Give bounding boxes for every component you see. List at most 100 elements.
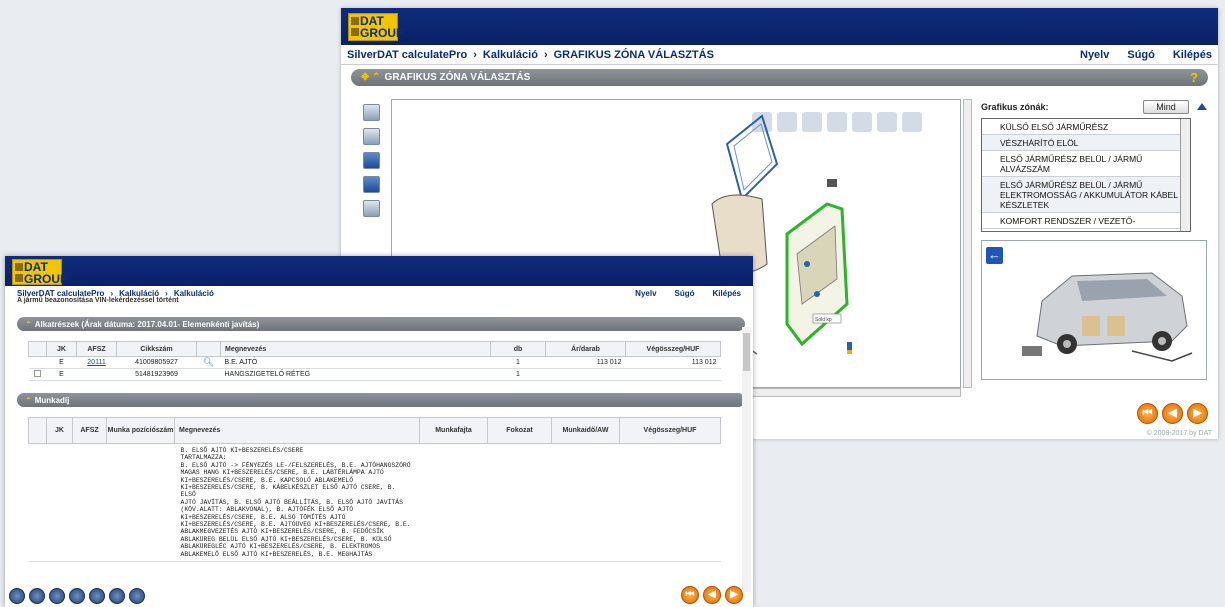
document-tool-icon[interactable] xyxy=(363,104,380,121)
first-page-icon[interactable]: ⏮ xyxy=(1137,403,1158,424)
table-row[interactable]: E 20111 41009805927 🔍︎ B.E. AJTÓ 1 113 0… xyxy=(28,356,721,369)
col-ar[interactable]: Ár/darab xyxy=(545,341,626,357)
col-cikkszam[interactable]: Cikkszám xyxy=(116,341,197,357)
diagram-vertical-scrollbar[interactable] xyxy=(963,99,972,388)
pen-tool-icon[interactable] xyxy=(363,176,380,193)
chart-tool-icon[interactable] xyxy=(363,200,380,217)
breadcrumb-separator: › xyxy=(543,48,548,61)
help-link[interactable]: Súgó xyxy=(675,289,695,298)
col-action xyxy=(196,341,221,357)
col-vegosszeg[interactable]: Végösszeg/HUF xyxy=(619,417,721,444)
col-fokozat[interactable]: Fokozat xyxy=(487,417,552,444)
help-link[interactable]: Súgó xyxy=(1127,49,1155,61)
section-title: GRAFIKUS ZÓNA VÁLASZTÁS xyxy=(384,72,531,83)
calculator-icon[interactable] xyxy=(69,587,85,604)
table-row[interactable]: B. ELSŐ AJTÓ KI+BESZERELÉS/CSERE TARTALM… xyxy=(28,443,721,563)
zones-label: Grafikus zónák: xyxy=(981,101,1049,112)
col-megnevezes[interactable]: Megnevezés xyxy=(220,341,491,357)
cell-vegosszeg: 113 012 xyxy=(625,356,721,369)
help-icon[interactable]: ? xyxy=(1190,70,1198,85)
search-icon[interactable]: 🔍︎ xyxy=(203,357,214,367)
cell-jk: E xyxy=(46,356,77,369)
mind-button[interactable]: Mind xyxy=(1143,99,1189,114)
export-icon[interactable] xyxy=(109,587,125,604)
collapse-icon[interactable] xyxy=(1197,103,1207,110)
breadcrumb-item-kalkulacio[interactable]: Kalkuláció xyxy=(483,49,538,61)
page-navigation: ⏮ ◀ ▶ xyxy=(1137,403,1208,424)
scrollbar-thumb[interactable] xyxy=(743,333,750,371)
expand-chevron-icon[interactable]: ✥ ⌃ xyxy=(361,72,381,83)
users-icon[interactable] xyxy=(49,587,65,604)
bulb-tool-icon[interactable] xyxy=(363,128,380,145)
breadcrumb-item-current[interactable]: Kalkuláció xyxy=(174,289,214,298)
previous-page-icon[interactable]: ◀ xyxy=(703,586,721,604)
lasso-icon[interactable] xyxy=(902,112,922,132)
afsz-link[interactable]: 20111 xyxy=(87,359,105,366)
table-header-row: JK AFSZ Cikkszám Megnevezés db Ár/darab … xyxy=(28,341,721,357)
previous-page-icon[interactable]: ◀ xyxy=(1162,403,1183,424)
tool-palette xyxy=(363,104,383,224)
logout-link[interactable]: Kilépés xyxy=(1173,49,1212,61)
zone-item[interactable]: KOMFORT RENDSZER / VEZETŐ- xyxy=(982,213,1190,229)
copyright: © 2008-2017 by DAT xyxy=(1146,430,1212,437)
labor-section-bar[interactable]: ⌃ Munkadíj xyxy=(17,393,745,407)
col-afsz[interactable]: AFSZ xyxy=(72,417,107,444)
cell-megnevezes: B.E. AJTÓ xyxy=(220,356,491,369)
expand-chevron-icon[interactable]: ⌃ xyxy=(25,396,32,405)
table-row[interactable]: E 51481923969 HANGSZIGETELŐ RÉTEG 1 xyxy=(28,368,721,381)
cell-ar xyxy=(545,368,626,381)
cell-cikkszam: 41009805927 xyxy=(116,356,197,369)
vehicle-zone-preview[interactable]: ← xyxy=(981,240,1207,380)
cell-vegosszeg xyxy=(625,368,721,381)
save-icon[interactable] xyxy=(89,587,105,604)
print-icon[interactable] xyxy=(29,587,45,604)
section-bar: ✥ ⌃ GRAFIKUS ZÓNA VÁLASZTÁS ? xyxy=(351,69,1208,86)
car-view-tool-icon[interactable] xyxy=(363,152,380,169)
language-link[interactable]: Nyelv xyxy=(1080,49,1109,61)
col-megnevezes[interactable]: Megnevezés xyxy=(174,417,420,444)
zone-panel: Grafikus zónák: Mind KÜLSŐ ELSŐ JÁRMŰRÉS… xyxy=(981,99,1207,380)
bottom-toolbar: ⏮ ◀ ▶ xyxy=(5,584,753,607)
breadcrumb: SilverDAT calculatePro › Kalkuláció › GR… xyxy=(341,45,1218,65)
labor-description: B. ELSŐ AJTÓ KI+BESZERELÉS/CSERE TARTALM… xyxy=(180,447,411,558)
header: DAT GROUP xyxy=(5,256,753,286)
col-afsz[interactable]: AFSZ xyxy=(76,341,117,357)
logo-text-bottom: GROUP xyxy=(24,272,69,286)
zone-list-scrollbar[interactable] xyxy=(1180,119,1190,231)
zone-item[interactable]: VÉSZHÁRÍTÓ ELÖL xyxy=(982,135,1190,151)
fit-icon[interactable] xyxy=(877,112,897,132)
settings-icon[interactable] xyxy=(9,587,25,604)
logout-link[interactable]: Kilépés xyxy=(713,289,741,298)
diagram-label: Sold kp xyxy=(815,317,832,323)
cell-ar: 113 012 xyxy=(545,356,626,369)
col-jk[interactable]: JK xyxy=(46,417,73,444)
next-page-icon[interactable]: ▶ xyxy=(1187,403,1208,424)
col-munka-poziciosszam[interactable]: Munka pozíciószám xyxy=(106,417,175,444)
col-munkaido[interactable]: Munkaidő/AW xyxy=(551,417,620,444)
cell-jk: E xyxy=(46,368,77,381)
zone-item[interactable]: KÜLSŐ ELSŐ JÁRMŰRÉSZ xyxy=(982,119,1190,135)
vin-notice: A jármű beazonosítása VIN-lekérdezéssel … xyxy=(17,297,179,304)
logo-text-bottom: GROUP xyxy=(360,26,405,40)
first-page-icon[interactable]: ⏮ xyxy=(681,586,699,604)
col-jk[interactable]: JK xyxy=(46,341,77,357)
col-vegosszeg[interactable]: Végösszeg/HUF xyxy=(625,341,721,357)
language-link[interactable]: Nyelv xyxy=(635,289,656,298)
zone-item[interactable]: ELSŐ JÁRMŰRÉSZ BELÜL / JÁRMŰ ALVÁZSZÁM xyxy=(982,151,1190,177)
dat-logo: DAT GROUP xyxy=(348,13,404,41)
col-db[interactable]: db xyxy=(490,341,546,357)
row-checkbox[interactable] xyxy=(34,370,41,377)
breadcrumb-item-app[interactable]: SilverDAT calculatePro xyxy=(347,49,467,61)
next-page-icon[interactable]: ▶ xyxy=(725,586,743,604)
vehicle-exploded-image[interactable] xyxy=(982,241,1208,381)
parts-section-bar[interactable]: ⌃ Alkatrészek (Árak dátuma: 2017.04.01- … xyxy=(17,317,745,331)
cell-megnevezes: HANGSZIGETELŐ RÉTEG xyxy=(220,368,491,381)
col-munkafajta[interactable]: Munkafajta xyxy=(419,417,488,444)
expand-chevron-icon[interactable]: ⌃ xyxy=(25,320,32,329)
breadcrumb-item-current[interactable]: GRAFIKUS ZÓNA VÁLASZTÁS xyxy=(554,49,714,61)
parts-section-title: Alkatrészek (Árak dátuma: 2017.04.01- El… xyxy=(34,319,260,329)
zone-item[interactable]: ELSŐ JÁRMŰRÉSZ BELÜL / JÁRMŰ ELEKTROMOSS… xyxy=(982,177,1190,213)
breadcrumb-separator: › xyxy=(473,48,477,61)
vertical-scrollbar[interactable] xyxy=(742,327,751,592)
tools-icon[interactable] xyxy=(129,587,145,604)
